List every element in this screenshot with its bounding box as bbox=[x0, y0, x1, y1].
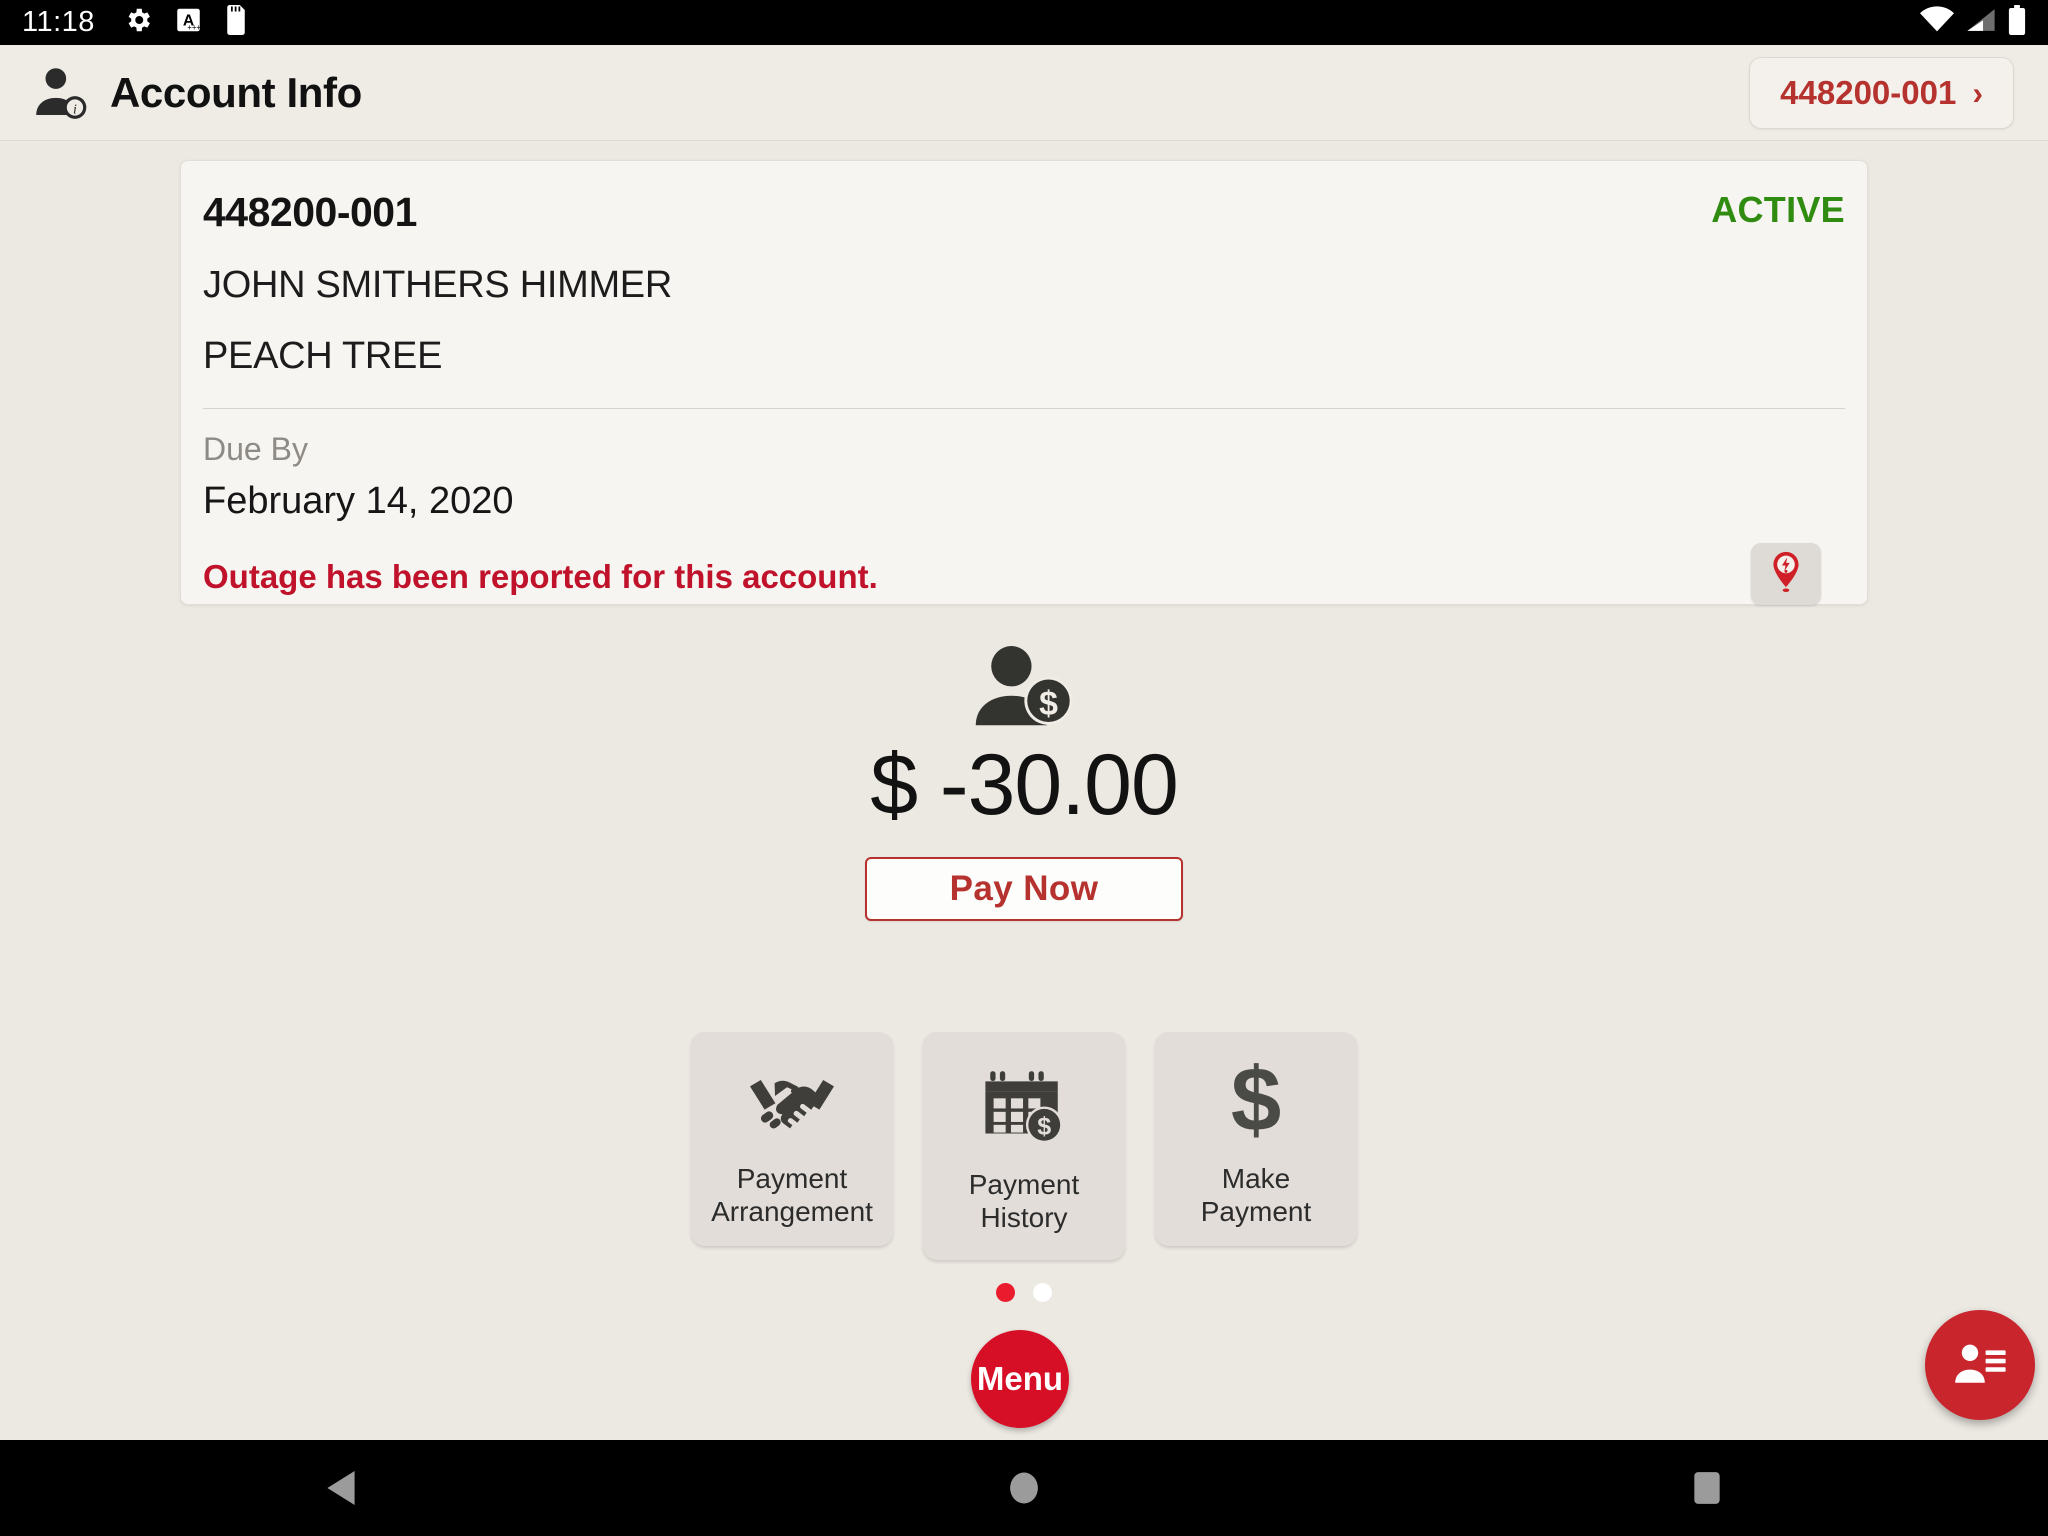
pagination-dot-inactive[interactable] bbox=[1033, 1283, 1052, 1302]
tile-label-line2: History bbox=[980, 1202, 1068, 1234]
due-by-label: Due By bbox=[203, 431, 308, 467]
tile-label: Payment History bbox=[969, 1168, 1080, 1234]
dollar-sign-icon: $ bbox=[1226, 1058, 1286, 1144]
outage-message: Outage has been reported for this accoun… bbox=[203, 558, 878, 595]
tile-label: Payment Arrangement bbox=[711, 1162, 873, 1228]
balance-amount: $ -30.00 bbox=[870, 737, 1179, 833]
contact-card-icon bbox=[1952, 1340, 2008, 1391]
card-account-number: 448200-001 bbox=[203, 189, 417, 235]
svg-text:$: $ bbox=[1037, 1112, 1051, 1140]
pagination-dot-active[interactable] bbox=[996, 1283, 1015, 1302]
svg-text:$: $ bbox=[1231, 1058, 1281, 1144]
handshake-dollar-icon bbox=[748, 1058, 836, 1144]
quick-actions-row: Payment Arrangement $ Payment History $ … bbox=[0, 1032, 2048, 1261]
page-title: Account Info bbox=[110, 68, 362, 116]
android-navigation-bar bbox=[0, 1440, 2048, 1536]
carousel-pagination[interactable] bbox=[0, 1283, 2048, 1302]
outage-report-button[interactable] bbox=[1751, 543, 1821, 605]
gear-icon bbox=[123, 5, 153, 40]
account-selector-label: 448200-001 bbox=[1780, 73, 1957, 111]
svg-text:i: i bbox=[73, 102, 77, 117]
battery-icon bbox=[2008, 5, 2026, 40]
wifi-icon bbox=[1920, 6, 1954, 39]
menu-button[interactable]: Menu bbox=[971, 1330, 1069, 1428]
pay-now-button[interactable]: Pay Now bbox=[865, 857, 1183, 921]
svg-text:$: $ bbox=[1039, 685, 1058, 723]
account-summary-card[interactable]: 448200-001 ACTIVE JOHN SMITHERS HIMMER P… bbox=[180, 160, 1868, 605]
contacts-button[interactable] bbox=[1925, 1310, 2035, 1420]
customer-name: JOHN SMITHERS HIMMER bbox=[203, 264, 673, 306]
chevron-right-icon: › bbox=[1972, 74, 1983, 111]
tile-label-line2: Arrangement bbox=[711, 1196, 873, 1228]
tile-payment-history[interactable]: $ Payment History bbox=[923, 1032, 1125, 1261]
svg-text:+++: +++ bbox=[187, 23, 201, 32]
account-info-person-icon: i bbox=[30, 62, 92, 124]
outage-row: Outage has been reported for this accoun… bbox=[203, 543, 1845, 605]
due-by-date: February 14, 2020 bbox=[203, 480, 514, 522]
app-header: i Account Info 448200-001 › bbox=[0, 45, 2048, 141]
tile-label: Make Payment bbox=[1163, 1162, 1349, 1228]
sd-card-icon bbox=[224, 5, 248, 40]
menu-button-label: Menu bbox=[976, 1360, 1064, 1397]
home-circle-icon[interactable] bbox=[934, 1440, 1114, 1536]
pay-now-label: Pay Now bbox=[949, 869, 1099, 908]
tile-make-payment[interactable]: $ Make Payment bbox=[1155, 1032, 1357, 1247]
recents-square-icon[interactable] bbox=[1617, 1440, 1797, 1536]
tile-label-line1: Payment bbox=[736, 1163, 848, 1194]
status-bar-left-icons: A +++ bbox=[123, 5, 248, 40]
tile-payment-arrangement[interactable]: Payment Arrangement bbox=[691, 1032, 893, 1247]
account-info-screen: 11:18 A +++ i Account Info 448200-001 › … bbox=[0, 0, 2048, 1536]
status-bar-right-icons bbox=[1920, 5, 2026, 40]
account-selector-button[interactable]: 448200-001 › bbox=[1749, 56, 2014, 129]
tile-label-line1: Make Payment bbox=[1200, 1163, 1312, 1228]
service-address: PEACH TREE bbox=[203, 335, 443, 377]
status-badge: ACTIVE bbox=[1711, 189, 1845, 230]
card-header-row: 448200-001 ACTIVE bbox=[203, 189, 1845, 236]
card-divider bbox=[203, 408, 1845, 409]
status-bar-clock: 11:18 bbox=[22, 6, 95, 38]
back-triangle-icon[interactable] bbox=[251, 1440, 431, 1536]
tile-label-line1: Payment bbox=[968, 1169, 1080, 1200]
customer-balance-icon: $ bbox=[970, 640, 1078, 732]
balance-section: $ $ -30.00 Pay Now bbox=[0, 640, 2048, 921]
calendar-dollar-icon: $ bbox=[983, 1064, 1065, 1150]
outage-pin-icon bbox=[1766, 550, 1806, 599]
font-size-a-icon: A +++ bbox=[175, 6, 202, 39]
cellular-signal-icon bbox=[1966, 6, 1996, 39]
status-bar: 11:18 A +++ bbox=[0, 0, 2048, 45]
